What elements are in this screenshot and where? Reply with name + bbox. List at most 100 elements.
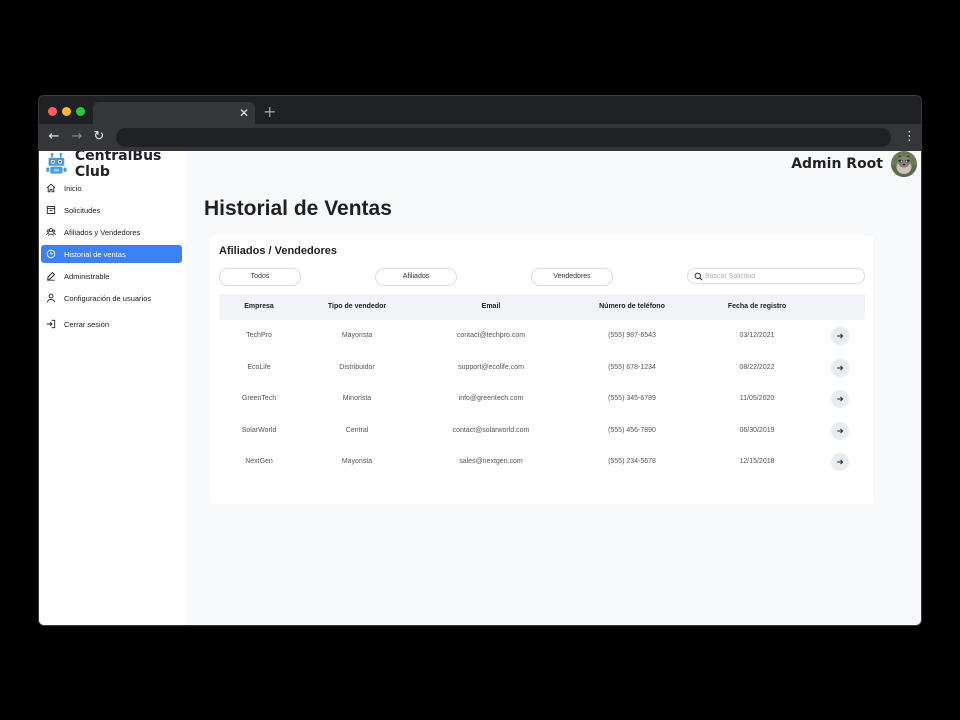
row-details-button[interactable] [831, 421, 849, 440]
inbox-icon [46, 206, 56, 214]
filter-afiliados-button[interactable]: Afiliados [375, 268, 457, 286]
logout-icon [46, 319, 56, 329]
sidebar-item-label: Solicitudes [64, 205, 101, 215]
cell-telefono: (555) 345-6789 [608, 395, 656, 402]
cell-fecha-registro: 11/05/2020 [739, 395, 775, 402]
sidebar-item-afiliados-vendedores[interactable]: Afiliados y Vendedores [41, 223, 182, 241]
brand[interactable]: CentralBus Club [45, 151, 186, 180]
arrow-right-icon [837, 333, 844, 339]
sidebar-item-label: Administrable [64, 271, 110, 281]
sidebar-item-administrable[interactable]: Administrable [41, 267, 182, 285]
cell-email: contact@solarworld.com [452, 426, 530, 434]
cell-fecha-registro: 08/22/2022 [739, 363, 775, 371]
column-header-fecha-registro: Fecha de registro [727, 303, 787, 310]
filter-vendedores-button[interactable]: Vendedores [531, 268, 613, 286]
table-row: EcoLife Distribuidor support@ecolife.com… [219, 352, 865, 384]
back-button[interactable]: ← [45, 128, 63, 146]
cell-tipo-vendedor: Distribuidor [339, 363, 375, 371]
cell-fecha-registro: 12/15/2018 [739, 458, 775, 465]
sidebar-item-label: Afiliados y Vendedores [64, 227, 141, 237]
column-header-tipo-vendedor: Tipo de vendedor [327, 303, 387, 310]
arrow-right-icon [837, 459, 844, 465]
sidebar-item-label: Historial de ventas [64, 249, 126, 259]
user-menu[interactable]: Admin Root [791, 151, 917, 177]
edit-icon [47, 272, 55, 281]
sidebar-item-configuracion-usuarios[interactable]: Configuración de usuarios [41, 289, 182, 307]
users-icon [46, 228, 56, 236]
close-window-button[interactable] [48, 107, 57, 116]
table-row: NextGen Mayorista sales@nextgen.com (555… [219, 446, 865, 478]
browser-menu-button[interactable]: ⋮ [903, 128, 916, 146]
robot-logo-icon [46, 153, 67, 174]
sidebar-item-historial-ventas[interactable]: Historial de ventas [41, 245, 182, 263]
cell-empresa: NextGen [245, 458, 273, 465]
address-bar[interactable] [116, 128, 891, 147]
row-details-button[interactable] [831, 327, 849, 345]
search-box[interactable] [687, 268, 865, 284]
clock-icon [46, 249, 56, 259]
sales-table: Empresa Tipo de vendedor Email Número de… [219, 294, 865, 478]
row-details-button[interactable] [831, 358, 849, 377]
table-row: GreenTech Minorista info@greentech.com (… [219, 383, 865, 415]
table-row: TechPro Mayorista contact@techpro.com (5… [219, 320, 865, 352]
new-tab-button[interactable]: + [263, 102, 276, 122]
maximize-window-button[interactable] [76, 107, 85, 116]
table-header: Empresa Tipo de vendedor Email Número de… [219, 294, 865, 320]
column-header-telefono: Número de teléfono [599, 303, 665, 310]
search-input[interactable] [705, 270, 855, 282]
sidebar-item-label: Inicio [64, 183, 82, 193]
sidebar: CentralBus Club Inicio Solicitudes Afili… [39, 151, 186, 625]
cell-empresa: TechPro [246, 332, 272, 339]
reload-button[interactable]: ↻ [90, 128, 108, 146]
home-icon [46, 183, 56, 193]
browser-toolbar: ← → ↻ ⋮ [39, 124, 921, 151]
row-details-button[interactable] [831, 453, 849, 471]
sidebar-item-cerrar-sesion[interactable]: Cerrar sesión [41, 315, 182, 333]
cell-fecha-registro: 03/12/2021 [739, 332, 775, 339]
row-details-button[interactable] [831, 390, 849, 408]
arrow-right-icon [837, 396, 844, 402]
cell-tipo-vendedor: Mayorista [341, 458, 373, 465]
search-icon [694, 272, 703, 281]
avatar[interactable] [891, 151, 917, 177]
cell-empresa: GreenTech [241, 395, 277, 402]
user-icon [47, 293, 55, 303]
cell-email: contact@techpro.com [456, 332, 526, 339]
column-header-empresa: Empresa [244, 303, 274, 310]
app-page: CentralBus Club Inicio Solicitudes Afili… [39, 151, 921, 625]
cell-empresa: EcoLife [247, 363, 271, 371]
filter-todos-button[interactable]: Todos [219, 268, 301, 286]
vendors-card: Afiliados / Vendedores Todos Afiliados V… [210, 235, 873, 504]
cell-empresa: SolarWorld [241, 426, 277, 434]
cell-telefono: (555) 987-6543 [608, 332, 656, 339]
sidebar-item-inicio[interactable]: Inicio [41, 179, 182, 197]
column-header-email: Email [481, 303, 501, 310]
cell-email: sales@nextgen.com [459, 458, 523, 465]
sidebar-item-label: Configuración de usuarios [64, 293, 152, 303]
browser-tab-bar: ✕ + [39, 96, 921, 125]
arrow-right-icon [837, 365, 844, 370]
cell-telefono: (555) 456-7890 [608, 426, 656, 434]
table-row: SolarWorld Central contact@solarworld.co… [219, 415, 865, 447]
card-title: Afiliados / Vendedores [219, 245, 337, 257]
cell-fecha-registro: 06/30/2019 [739, 426, 775, 434]
sidebar-item-label: Cerrar sesión [64, 319, 110, 329]
browser-window: ✕ + ← → ↻ ⋮ CentralBus Club Inicio Solic… [38, 95, 922, 626]
cell-tipo-vendedor: Mayorista [341, 332, 373, 339]
forward-button[interactable]: → [68, 128, 86, 146]
cell-telefono: (555) 678-1234 [608, 363, 656, 371]
cell-tipo-vendedor: Central [345, 426, 369, 434]
table-body: TechPro Mayorista contact@techpro.com (5… [219, 320, 865, 478]
user-name: Admin Root [791, 156, 883, 172]
sidebar-item-solicitudes[interactable]: Solicitudes [41, 201, 182, 219]
brand-name: CentralBus Club [74, 151, 162, 180]
page-title: Historial de Ventas [204, 197, 392, 220]
browser-tab[interactable]: ✕ [93, 102, 255, 125]
cell-email: support@ecolife.com [458, 363, 524, 371]
close-tab-icon[interactable]: ✕ [239, 105, 249, 121]
arrow-right-icon [837, 428, 844, 433]
cell-tipo-vendedor: Minorista [342, 395, 372, 402]
minimize-window-button[interactable] [62, 107, 71, 116]
cell-telefono: (555) 234-5678 [608, 458, 656, 465]
cell-email: info@greentech.com [458, 395, 524, 402]
